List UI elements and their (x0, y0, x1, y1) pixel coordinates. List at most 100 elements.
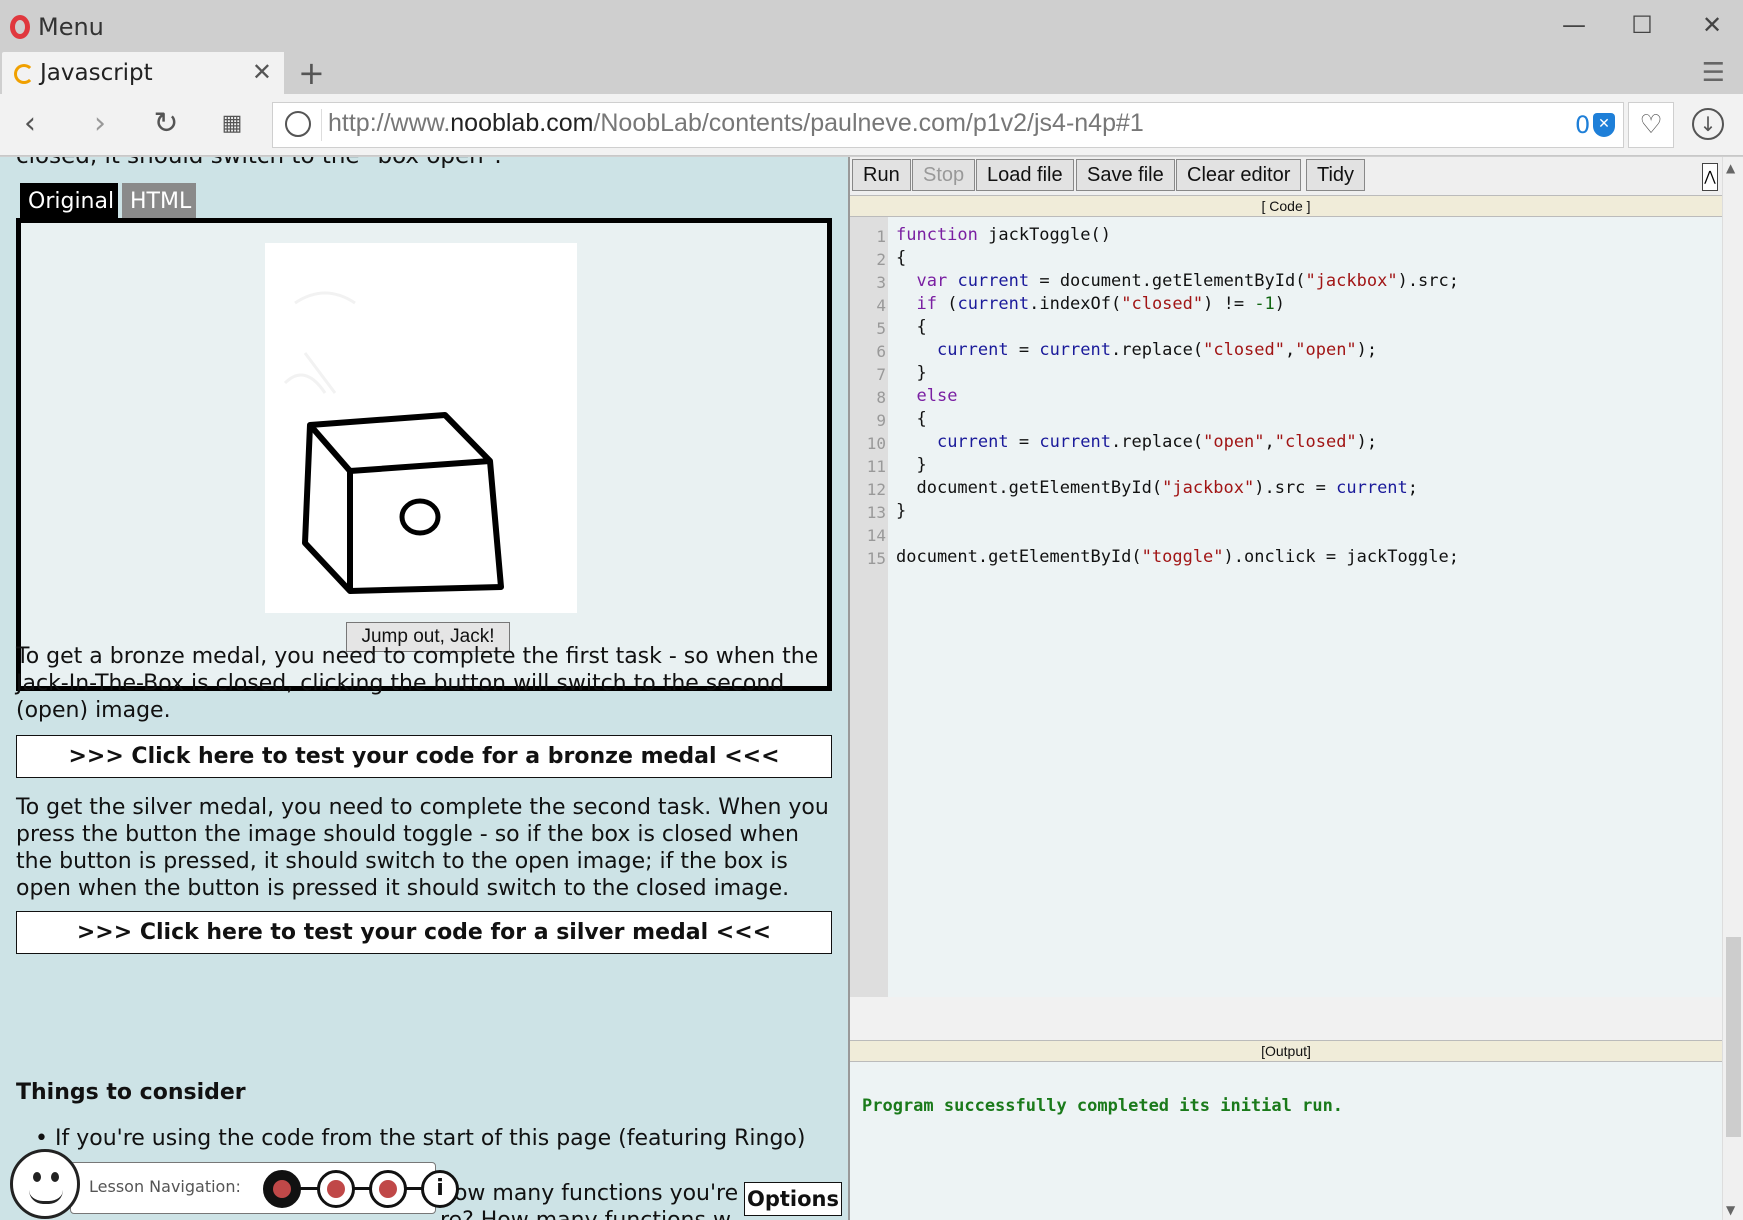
code-line[interactable]: else (896, 386, 957, 406)
adblock-count: 0 (1575, 111, 1591, 139)
line-number: 4 (876, 296, 886, 315)
speed-dial-icon[interactable]: ▦ (212, 104, 252, 144)
code-line[interactable]: var current = document.getElementById("j… (896, 271, 1459, 291)
code-line[interactable]: if (current.indexOf("closed") != -1) (896, 294, 1285, 314)
smiley-eye (33, 1172, 41, 1182)
output-header: [Output] (850, 1040, 1722, 1062)
navigation-bar: ‹ › ↻ ▦ http://www.nooblab.com/NoobLab/c… (0, 94, 1743, 156)
run-button[interactable]: Run (852, 159, 911, 191)
jackbox-image (265, 243, 577, 613)
bookmark-heart-icon[interactable]: ♡ (1628, 102, 1674, 148)
line-number: 15 (866, 549, 886, 568)
things-heading: Things to consider (16, 1080, 246, 1105)
line-number: 3 (876, 273, 886, 292)
smiley-eye (51, 1172, 59, 1182)
scroll-up-icon[interactable]: ▲ (1726, 161, 1735, 175)
code-line[interactable]: document.getElementById("jackbox").src =… (896, 478, 1418, 498)
load-file-button[interactable]: Load file (976, 159, 1074, 191)
scroll-thumb[interactable] (1726, 937, 1741, 1137)
scroll-down-icon[interactable]: ▼ (1726, 1203, 1735, 1217)
code-editor[interactable]: function jackToggle() { var current = doc… (888, 217, 1722, 997)
globe-icon (285, 111, 311, 137)
lesson-navigation-label: Lesson Navigation: (89, 1177, 241, 1196)
silver-test-button[interactable]: >>> Click here to test your code for a s… (16, 911, 832, 954)
options-button[interactable]: Options (744, 1182, 842, 1216)
code-line[interactable]: document.getElementById("toggle").onclic… (896, 547, 1459, 567)
back-icon[interactable]: ‹ (10, 104, 50, 144)
maximize-button[interactable]: ☐ (1620, 10, 1664, 40)
page-scrollbar[interactable]: ▲ ▼ (1722, 157, 1743, 1220)
line-number: 7 (876, 365, 886, 384)
tab-close-icon[interactable]: ✕ (252, 58, 272, 86)
tab-title: Javascript (40, 60, 153, 86)
url-text[interactable]: http://www.nooblab.com/NoobLab/contents/… (328, 109, 1144, 138)
code-header: [ Code ] (850, 195, 1722, 217)
line-number: 1 (876, 227, 886, 246)
lesson-navigation: Lesson Navigation: i (70, 1162, 459, 1214)
stop-button[interactable]: Stop (912, 159, 976, 191)
bronze-instructions: To get a bronze medal, you need to compl… (16, 644, 819, 723)
nav-step-3[interactable] (369, 1170, 407, 1208)
code-line[interactable]: } (896, 501, 906, 521)
line-number: 8 (876, 388, 886, 407)
nav-step-1[interactable] (263, 1170, 301, 1208)
code-line[interactable]: function jackToggle() (896, 225, 1111, 245)
code-line[interactable]: current = current.replace("closed","open… (896, 340, 1377, 360)
line-number: 11 (866, 457, 886, 476)
nav-connector (281, 1187, 431, 1190)
code-line[interactable]: { (896, 409, 926, 429)
bronze-test-button[interactable]: >>> Click here to test your code for a b… (16, 735, 832, 778)
loading-spinner-icon (14, 64, 34, 84)
code-line[interactable]: } (896, 455, 926, 475)
line-number: 14 (866, 526, 886, 545)
line-number: 12 (866, 480, 886, 499)
title-bar: Menu — ☐ ✕ (0, 0, 1743, 52)
partial-text: closed, it should switch to the "box ope… (16, 157, 502, 169)
browser-tab[interactable]: Javascript ✕ (2, 52, 284, 96)
tab-menu-icon[interactable]: ☰ (1702, 58, 1725, 88)
editor-toolbar: Run Stop Load file Save file Clear edito… (850, 157, 1722, 195)
save-file-button[interactable]: Save file (1076, 159, 1175, 191)
preview-frame: Jump out, Jack! (16, 218, 832, 691)
clear-editor-button[interactable]: Clear editor (1176, 159, 1302, 191)
code-line[interactable]: current = current.replace("open","closed… (896, 432, 1377, 452)
line-number: 10 (866, 434, 886, 453)
tab-bar: Javascript ✕ + ☰ (0, 52, 1743, 96)
list-item-fragment: re? How many functions w (440, 1207, 740, 1220)
line-number: 2 (876, 250, 886, 269)
download-icon[interactable]: ↓ (1692, 108, 1724, 140)
collapse-icon[interactable]: ⋀ (1702, 163, 1718, 191)
output-console: Program successfully completed its initi… (850, 1062, 1722, 1220)
info-icon[interactable]: i (421, 1170, 459, 1208)
close-window-button[interactable]: ✕ (1690, 10, 1734, 40)
forward-icon[interactable]: › (80, 104, 120, 144)
smiley-mouth (29, 1190, 63, 1204)
line-number: 6 (876, 342, 886, 361)
new-tab-button[interactable]: + (298, 54, 325, 92)
editor-panel: Run Stop Load file Save file Clear edito… (850, 157, 1722, 1220)
page-content: closed, it should switch to the "box ope… (0, 157, 1743, 1220)
url-separator (321, 109, 322, 141)
lesson-panel: closed, it should switch to the "box ope… (0, 157, 848, 1220)
tab-original[interactable]: Original (20, 183, 118, 223)
code-line[interactable]: } (896, 363, 926, 383)
smiley-face-icon[interactable] (10, 1149, 80, 1219)
list-item: If you're using the code from the start … (35, 1125, 835, 1152)
tidy-button[interactable]: Tidy (1306, 159, 1366, 191)
silver-instructions: To get the silver medal, you need to com… (16, 795, 829, 901)
address-bar[interactable]: http://www.nooblab.com/NoobLab/contents/… (272, 102, 1624, 148)
line-number-gutter: 1 2 3 4 5 6 7 8 9 10 11 12 13 14 15 (850, 217, 888, 997)
adblock-shield-icon[interactable]: ✕ (1593, 113, 1615, 137)
tab-html[interactable]: HTML (122, 183, 196, 223)
line-number: 13 (866, 503, 886, 522)
opera-logo-icon (10, 15, 30, 39)
code-line[interactable]: { (896, 248, 906, 268)
reload-icon[interactable]: ↻ (146, 104, 186, 144)
code-line[interactable]: { (896, 317, 926, 337)
minimize-button[interactable]: — (1552, 10, 1596, 40)
menu-label: Menu (38, 13, 104, 41)
line-number: 5 (876, 319, 886, 338)
closed-box-drawing (283, 291, 504, 594)
nav-step-2[interactable] (317, 1170, 355, 1208)
opera-menu-button[interactable]: Menu (10, 12, 104, 42)
